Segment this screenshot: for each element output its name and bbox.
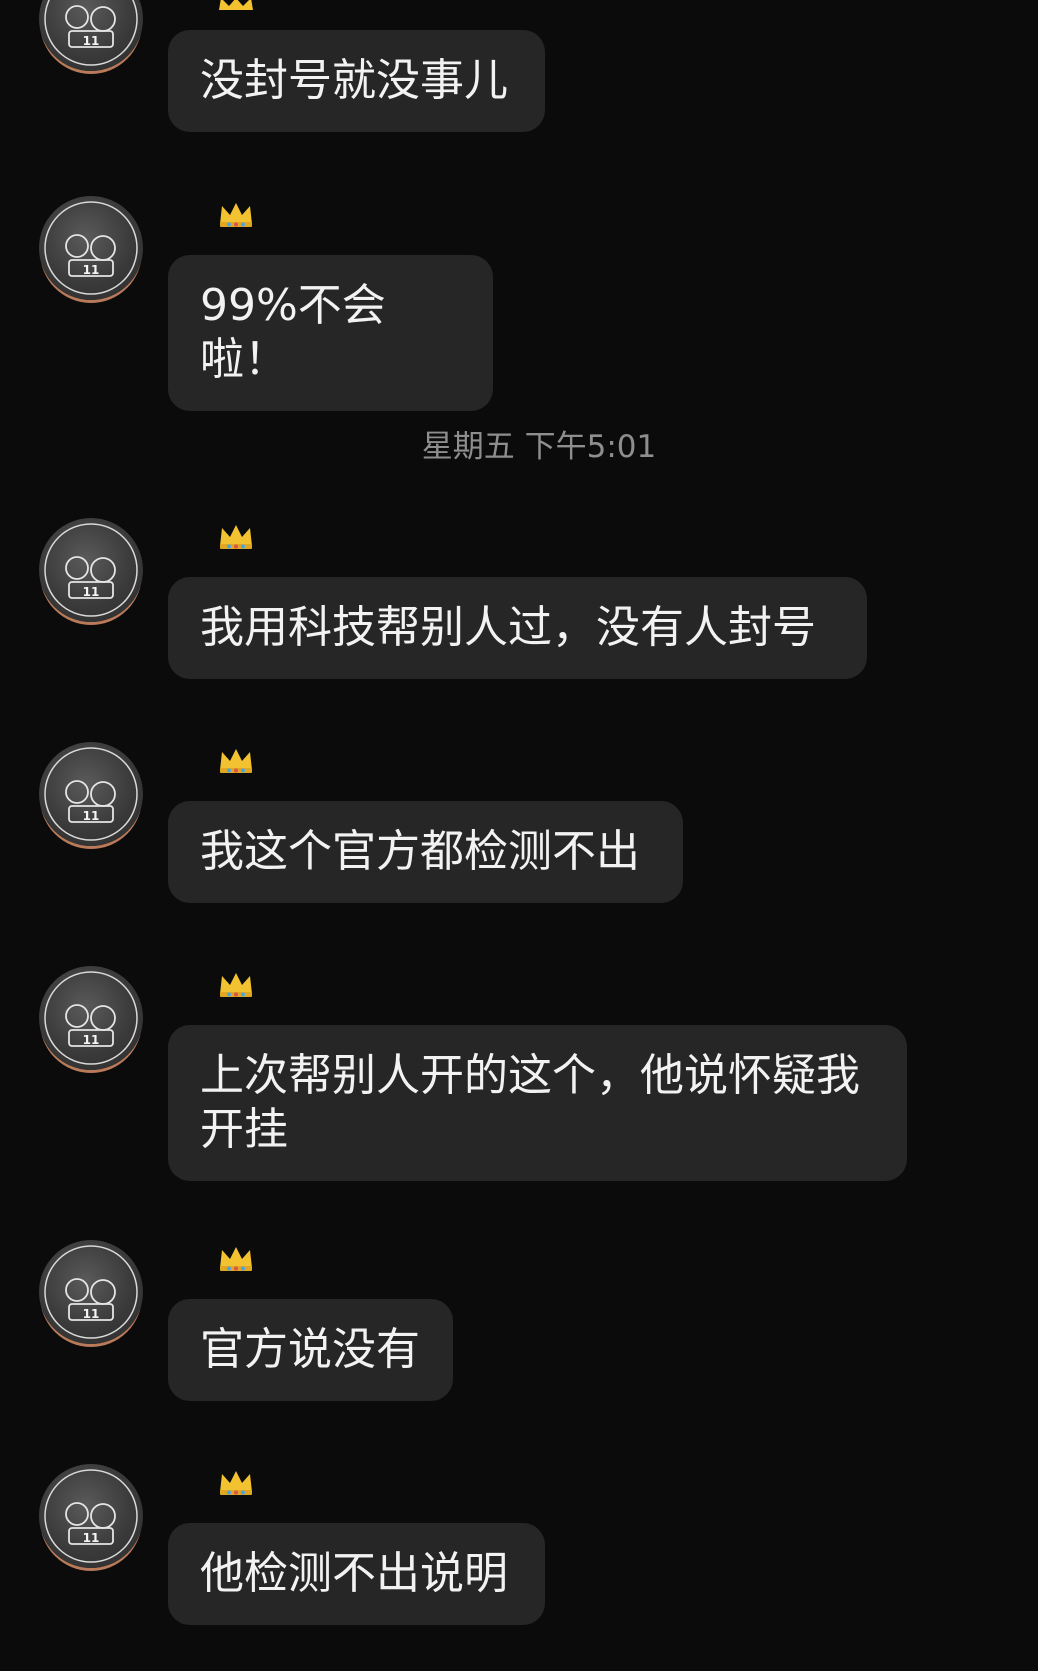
anniversary-badge-icon: 11 [44, 523, 138, 617]
svg-text:11: 11 [83, 1033, 100, 1047]
crown-icon [217, 746, 255, 774]
message-text: 他检测不出说明 [200, 1548, 508, 1599]
message-text: 我用科技帮别人过，没有人封号 [200, 602, 816, 653]
avatar[interactable]: 11 [39, 196, 143, 300]
crown-icon [217, 522, 255, 550]
avatar[interactable]: 11 [39, 966, 143, 1070]
crown-icon [217, 200, 255, 228]
message-text: 官方说没有 [200, 1324, 420, 1375]
chat-thread[interactable]: 11 没封号就没事儿 11 99%不会啦！ 星期五 下午5:01 11 我用科技… [0, 0, 1038, 1671]
avatar[interactable]: 11 [39, 742, 143, 846]
message-bubble[interactable]: 我用科技帮别人过，没有人封号 [168, 577, 867, 679]
avatar[interactable]: 11 [39, 1464, 143, 1568]
message-bubble[interactable]: 上次帮别人开的这个，他说怀疑我开挂 [168, 1025, 907, 1181]
anniversary-badge-icon: 11 [44, 1469, 138, 1563]
avatar[interactable]: 11 [39, 518, 143, 622]
timestamp-divider: 星期五 下午5:01 [421, 429, 657, 465]
message-bubble[interactable]: 99%不会啦！ [168, 255, 493, 411]
svg-text:11: 11 [83, 263, 100, 277]
svg-text:11: 11 [83, 809, 100, 823]
anniversary-badge-icon: 11 [44, 0, 138, 66]
svg-text:11: 11 [83, 1307, 100, 1321]
avatar[interactable]: 11 [39, 1240, 143, 1344]
message-bubble[interactable]: 没封号就没事儿 [168, 30, 545, 132]
message-text: 我这个官方都检测不出 [200, 826, 640, 877]
message-bubble[interactable]: 官方说没有 [168, 1299, 453, 1401]
avatar[interactable]: 11 [39, 0, 143, 71]
message-text: 99%不会啦！ [200, 280, 386, 385]
anniversary-badge-icon: 11 [44, 201, 138, 295]
message-text: 没封号就没事儿 [200, 55, 508, 106]
crown-icon [217, 0, 255, 23]
crown-icon [217, 970, 255, 998]
message-bubble[interactable]: 我这个官方都检测不出 [168, 801, 683, 903]
anniversary-badge-icon: 11 [44, 1245, 138, 1339]
crown-icon [217, 1468, 255, 1496]
message-text: 上次帮别人开的这个，他说怀疑我开挂 [200, 1050, 860, 1155]
svg-text:11: 11 [83, 585, 100, 599]
anniversary-badge-icon: 11 [44, 971, 138, 1065]
anniversary-badge-icon: 11 [44, 747, 138, 841]
svg-text:11: 11 [83, 1531, 100, 1545]
crown-icon [217, 1244, 255, 1272]
svg-text:11: 11 [83, 34, 100, 48]
message-bubble[interactable]: 他检测不出说明 [168, 1523, 545, 1625]
